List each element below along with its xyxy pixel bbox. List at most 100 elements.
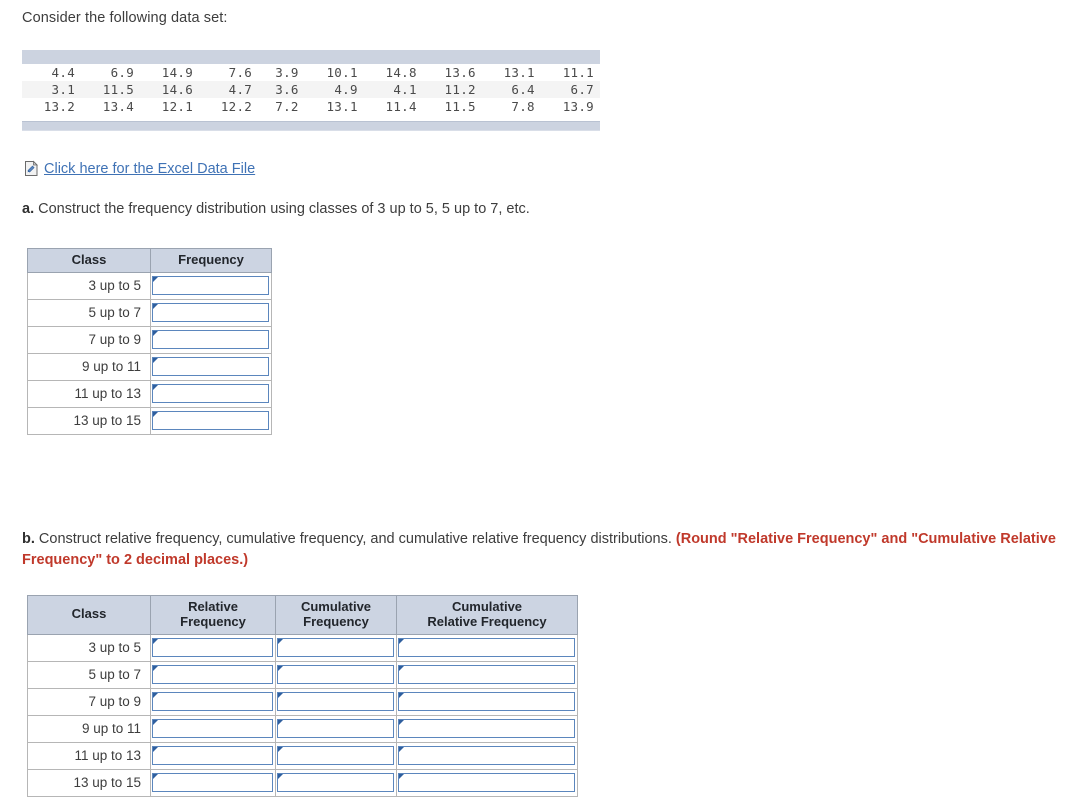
dataset-cell: 13.2 (43, 99, 76, 114)
cumulative-relative-frequency-input-cell[interactable] (396, 714, 578, 743)
header-class: Class (27, 595, 151, 635)
frequency-input[interactable] (152, 384, 269, 404)
cumulative-frequency-input-cell[interactable] (275, 633, 397, 662)
dataset-cell: 4.1 (363, 81, 423, 98)
dataset-cell: 7.6 (228, 65, 253, 80)
dataset-cell: 6.9 (110, 65, 135, 80)
dataset-cell: 4.4 (51, 65, 76, 80)
cumulative-relative-frequency-input[interactable] (398, 746, 575, 766)
dataset-cell: 11.2 (422, 81, 482, 98)
dataset-cell: 13.1 (503, 65, 535, 80)
header-frequency: Frequency (150, 248, 272, 273)
table-row: 7 up to 9 (27, 687, 578, 716)
dataset-cell: 12.2 (220, 99, 253, 114)
question-b-label: b. (22, 531, 35, 547)
table-row: 11 up to 13 (27, 379, 272, 408)
cumulative-relative-frequency-input[interactable] (398, 719, 575, 739)
table-b-header-row: Class Relative Frequency Cumulative Freq… (27, 595, 578, 635)
cumulative-frequency-input-cell[interactable] (275, 687, 397, 716)
table-row: 5 up to 7 (27, 298, 272, 327)
dataset-cell: 3.1 (22, 81, 82, 98)
dataset-top-bar (22, 50, 600, 64)
cumulative-frequency-input[interactable] (277, 746, 394, 766)
dataset-cell: 12.1 (161, 99, 194, 114)
relative-frequency-input-cell[interactable] (150, 633, 276, 662)
dataset-cell: 13.9 (562, 99, 594, 114)
cumulative-frequency-input-cell[interactable] (275, 714, 397, 743)
class-label: 11 up to 13 (27, 379, 151, 408)
question-a-text: Construct the frequency distribution usi… (34, 201, 530, 217)
table-row: 3 up to 5 (27, 633, 578, 662)
relative-frequency-input[interactable] (152, 638, 273, 658)
cumulative-frequency-input-cell[interactable] (275, 768, 397, 797)
dataset-cell: 11.5 (444, 99, 476, 114)
question-b: b. Construct relative frequency, cumulat… (22, 529, 1062, 571)
cumulative-frequency-input[interactable] (277, 638, 394, 658)
class-label: 13 up to 15 (27, 768, 151, 797)
class-label: 5 up to 7 (27, 660, 151, 689)
frequency-input-cell[interactable] (150, 271, 272, 300)
relative-frequency-input-cell[interactable] (150, 660, 276, 689)
dataset-block: 4.4 6.9 14.9 7.6 3.9 10.1 14.8 13.6 13.1… (22, 50, 600, 131)
frequency-input-cell[interactable] (150, 352, 272, 381)
header-cumulative-frequency: Cumulative Frequency (275, 595, 397, 635)
frequency-input[interactable] (152, 357, 269, 377)
dataset-row: 4.4 6.9 14.9 7.6 3.9 10.1 14.8 13.6 13.1… (22, 64, 600, 81)
relative-frequency-input-cell[interactable] (150, 768, 276, 797)
question-a-label: a. (22, 201, 35, 217)
relative-frequency-input[interactable] (152, 746, 273, 766)
class-label: 11 up to 13 (27, 741, 151, 770)
table-a-header-row: Class Frequency (27, 248, 272, 273)
relative-frequency-input[interactable] (152, 719, 273, 739)
header-line-1: Cumulative (451, 599, 523, 614)
table-row: 13 up to 15 (27, 768, 578, 797)
header-cumulative-relative-frequency: Cumulative Relative Frequency (396, 595, 578, 635)
cumulative-relative-frequency-input[interactable] (398, 665, 575, 685)
cumulative-relative-frequency-input[interactable] (398, 638, 575, 658)
cumulative-relative-frequency-input-cell[interactable] (396, 768, 578, 797)
cumulative-relative-frequency-input[interactable] (398, 773, 575, 793)
frequency-input[interactable] (152, 411, 269, 431)
header-line-2: Frequency (303, 613, 369, 629)
dataset-cell: 14.9 (161, 65, 194, 80)
dataset-cell: 14.8 (385, 65, 417, 80)
cumulative-frequency-input[interactable] (277, 719, 394, 739)
cumulative-relative-frequency-input-cell[interactable] (396, 687, 578, 716)
cumulative-frequency-input[interactable] (277, 665, 394, 685)
cumulative-relative-frequency-input-cell[interactable] (396, 660, 578, 689)
frequency-input-cell[interactable] (150, 325, 272, 354)
cumulative-frequency-input[interactable] (277, 773, 394, 793)
dataset-cell: 13.1 (326, 99, 358, 114)
frequency-input-cell[interactable] (150, 298, 272, 327)
table-row: 3 up to 5 (27, 271, 272, 300)
dataset-cell: 4.9 (304, 81, 364, 98)
excel-data-file-link-row[interactable]: Click here for the Excel Data File (24, 160, 255, 177)
cumulative-relative-frequency-input-cell[interactable] (396, 741, 578, 770)
class-label: 3 up to 5 (27, 271, 151, 300)
relative-frequency-input-cell[interactable] (150, 687, 276, 716)
frequency-input[interactable] (152, 276, 269, 296)
frequency-input-cell[interactable] (150, 406, 272, 435)
relative-frequency-input-cell[interactable] (150, 714, 276, 743)
header-relative-frequency: Relative Frequency (150, 595, 276, 635)
relative-frequency-input[interactable] (152, 665, 273, 685)
table-row: 11 up to 13 (27, 741, 578, 770)
frequency-input-cell[interactable] (150, 379, 272, 408)
frequency-input[interactable] (152, 303, 269, 323)
relative-frequency-input[interactable] (152, 692, 273, 712)
cumulative-frequency-input-cell[interactable] (275, 741, 397, 770)
dataset-cell: 7.8 (511, 99, 535, 114)
relative-frequency-input-cell[interactable] (150, 741, 276, 770)
exercise-page: Consider the following data set: 4.4 6.9… (0, 0, 1080, 810)
header-line-1: Relative (188, 599, 238, 614)
cumulative-frequency-input-cell[interactable] (275, 660, 397, 689)
excel-data-file-link[interactable]: Click here for the Excel Data File (44, 161, 255, 177)
cumulative-relative-frequency-input-cell[interactable] (396, 633, 578, 662)
frequency-input[interactable] (152, 330, 269, 350)
cumulative-frequency-input[interactable] (277, 692, 394, 712)
class-label: 7 up to 9 (27, 325, 151, 354)
cumulative-relative-frequency-input[interactable] (398, 692, 575, 712)
excel-file-icon (25, 160, 38, 176)
dataset-row: 3.1 11.5 14.6 4.7 3.6 4.9 4.1 11.2 6.4 6… (22, 81, 600, 98)
relative-frequency-input[interactable] (152, 773, 273, 793)
